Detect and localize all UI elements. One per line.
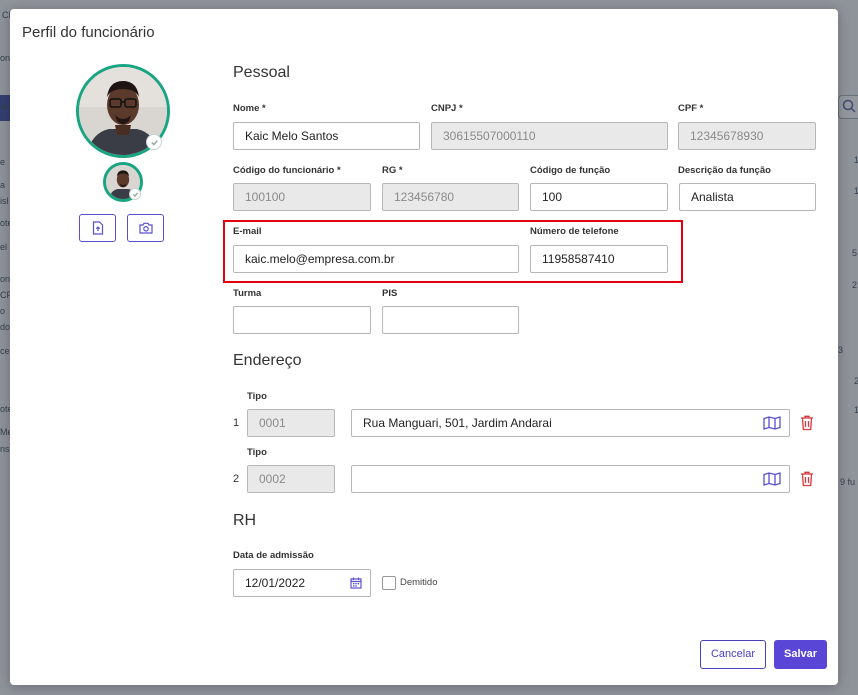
nome-label: Nome * [233, 103, 266, 114]
codigo-funcionario-label: Código do funcionário * [233, 165, 341, 176]
descricao-funcao-label: Descrição da função [678, 165, 771, 176]
tipo-input-1: 0001 [247, 409, 335, 437]
tipo-input-2: 0002 [247, 465, 335, 493]
email-input[interactable]: kaic.melo@empresa.com.br [233, 245, 519, 273]
delete-address-1-trash-icon[interactable] [800, 415, 814, 431]
upload-file-button[interactable] [79, 214, 116, 242]
demitido-checkbox[interactable] [382, 576, 396, 590]
pis-input[interactable] [382, 306, 519, 334]
tipo-label-1: Tipo [247, 391, 267, 402]
cnpj-input: 30615507000110 [431, 122, 668, 150]
verified-check-icon [129, 188, 141, 200]
turma-input[interactable] [233, 306, 371, 334]
cpf-label: CPF * [678, 103, 704, 114]
cpf-input: 12345678930 [678, 122, 816, 150]
tipo-label-2: Tipo [247, 447, 267, 458]
address-text-1: Rua Manguari, 501, Jardim Andarai [363, 416, 552, 430]
telefone-input[interactable]: 11958587410 [530, 245, 668, 273]
descricao-funcao-input[interactable]: Analista [679, 183, 816, 211]
section-title-pessoal: Pessoal [233, 64, 290, 81]
email-label: E-mail [233, 226, 262, 237]
address-input-1[interactable]: Rua Manguari, 501, Jardim Andarai [351, 409, 790, 437]
address-row-number-1: 1 [233, 417, 240, 429]
nome-input[interactable]: Kaic Melo Santos [233, 122, 420, 150]
calendar-icon[interactable] [350, 577, 362, 589]
codigo-funcao-label: Código de função [530, 165, 611, 176]
section-title-endereco: Endereço [233, 352, 302, 369]
delete-address-2-trash-icon[interactable] [800, 471, 814, 487]
modal-title: Perfil do funcionário [22, 24, 155, 41]
file-upload-icon [92, 221, 103, 235]
employee-profile-modal: Perfil do funcionário Pessoal Nome * Kai… [10, 9, 838, 685]
data-admissao-value: 12/01/2022 [245, 576, 306, 590]
section-title-rh: RH [233, 512, 257, 529]
cancel-button[interactable]: Cancelar [700, 640, 766, 669]
cnpj-label: CNPJ * [431, 103, 463, 114]
codigo-funcionario-input: 100100 [233, 183, 371, 211]
rg-label: RG * [382, 165, 403, 176]
save-button[interactable]: Salvar [774, 640, 827, 669]
data-admissao-input[interactable]: 12/01/2022 [233, 569, 371, 597]
take-photo-button[interactable] [127, 214, 164, 242]
map-icon[interactable] [763, 416, 781, 430]
codigo-funcao-input[interactable]: 100 [530, 183, 668, 211]
demitido-label: Demitido [400, 577, 438, 588]
address-input-2[interactable] [351, 465, 790, 493]
rg-input: 123456780 [382, 183, 519, 211]
turma-label: Turma [233, 288, 262, 299]
address-row-number-2: 2 [233, 473, 240, 485]
pis-label: PIS [382, 288, 398, 299]
camera-icon [138, 222, 153, 234]
data-admissao-label: Data de admissão [233, 550, 314, 561]
telefone-label: Número de telefone [530, 226, 619, 237]
verified-check-icon [146, 134, 162, 150]
map-icon[interactable] [763, 472, 781, 486]
